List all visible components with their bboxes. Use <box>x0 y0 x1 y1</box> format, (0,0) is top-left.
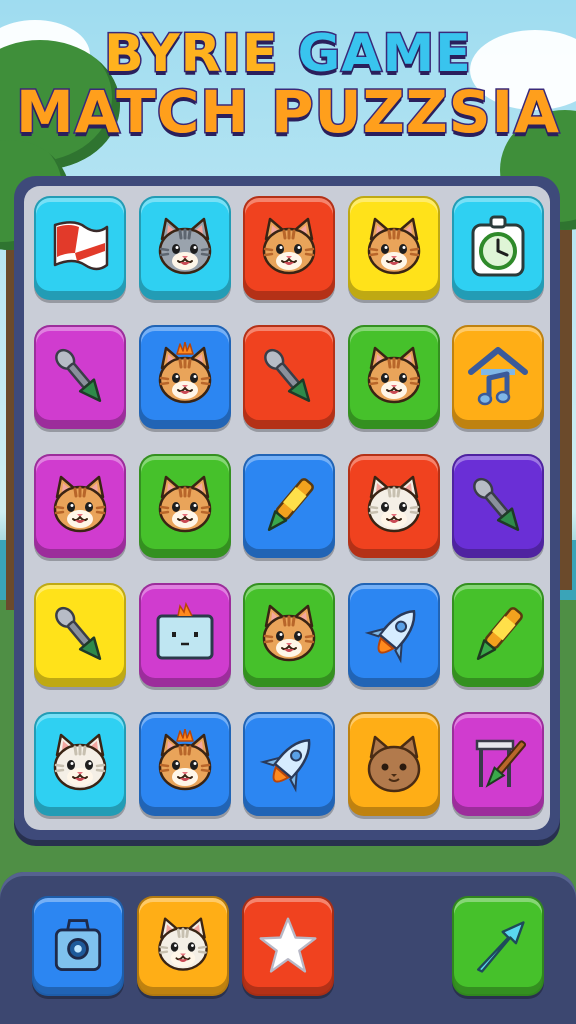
white-cat-icon <box>45 729 115 799</box>
board-tile[interactable] <box>347 196 440 300</box>
match-board <box>14 176 560 840</box>
easel-brush-icon <box>463 729 533 799</box>
tree-trunk-right <box>560 170 572 590</box>
star-icon <box>255 913 321 979</box>
cat-icon <box>150 471 220 541</box>
camera-bag-icon <box>45 913 111 979</box>
board-tile[interactable] <box>138 583 231 687</box>
crowned-cat-icon <box>150 342 220 412</box>
board-tile[interactable] <box>34 454 126 558</box>
tray-slot-button[interactable] <box>137 896 229 996</box>
gray-cat-icon <box>150 213 220 283</box>
pencil-icon <box>254 471 324 541</box>
board-tile[interactable] <box>138 712 231 816</box>
cat-icon <box>254 600 324 670</box>
white-cat-icon <box>150 913 216 979</box>
title-word-1: BYRIE <box>103 23 279 86</box>
board-tile[interactable] <box>347 325 440 429</box>
cat-icon <box>45 471 115 541</box>
tray-slot-button[interactable] <box>452 896 544 996</box>
board-tile[interactable] <box>138 325 231 429</box>
brown-cat-icon <box>359 729 429 799</box>
board-tile[interactable] <box>138 454 231 558</box>
board-tile[interactable] <box>452 583 544 687</box>
board-tile[interactable] <box>243 712 335 816</box>
brush-icon <box>463 471 533 541</box>
board-tile[interactable] <box>347 712 440 816</box>
board-tile[interactable] <box>243 454 335 558</box>
white-cat-icon <box>359 471 429 541</box>
cat-icon <box>254 213 324 283</box>
board-tile[interactable] <box>452 712 544 816</box>
robot-box-icon <box>150 600 220 670</box>
board-tile[interactable] <box>452 454 544 558</box>
game-screen: BYRIE GAME MATCH PUZZSIA <box>0 0 576 1024</box>
crowned-cat-icon <box>150 729 220 799</box>
board-tile[interactable] <box>347 454 440 558</box>
board-tile[interactable] <box>243 583 335 687</box>
rocket-icon <box>359 600 429 670</box>
board-tile[interactable] <box>243 196 335 300</box>
clock-icon <box>463 213 533 283</box>
board-tile[interactable] <box>452 325 544 429</box>
rocket-icon <box>254 729 324 799</box>
brush-icon <box>45 342 115 412</box>
cat-icon <box>359 342 429 412</box>
tray-slot-button[interactable] <box>242 896 334 996</box>
board-tile[interactable] <box>34 325 126 429</box>
title-word-2: GAME <box>296 23 472 86</box>
board-tile[interactable] <box>243 325 335 429</box>
board-tile[interactable] <box>347 583 440 687</box>
game-title-line1: BYRIE GAME <box>0 23 576 86</box>
house-music-icon <box>463 342 533 412</box>
flag-icon <box>45 213 115 283</box>
tray-slot-button[interactable] <box>32 896 124 996</box>
brush-icon <box>254 342 324 412</box>
brush-icon <box>45 600 115 670</box>
arrow-icon <box>465 913 531 979</box>
match-board-inner <box>24 186 550 830</box>
board-tile[interactable] <box>452 196 544 300</box>
board-tile[interactable] <box>138 196 231 300</box>
game-title-line2: MATCH PUZZSIA <box>15 77 561 148</box>
board-tile[interactable] <box>34 712 126 816</box>
pencil-icon <box>463 600 533 670</box>
cat-icon <box>359 213 429 283</box>
board-tile[interactable] <box>34 196 126 300</box>
board-tile[interactable] <box>34 583 126 687</box>
